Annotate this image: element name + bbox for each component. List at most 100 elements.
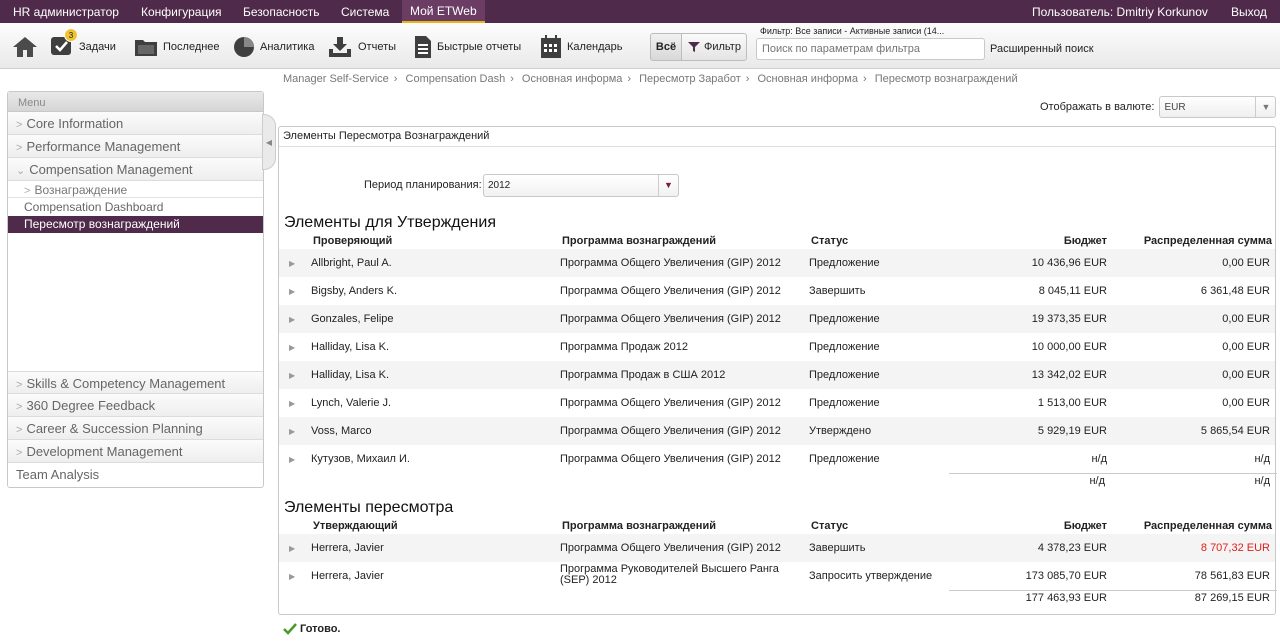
cell-person: Halliday, Lisa K. — [311, 341, 390, 353]
menu-item-team-analysis[interactable]: Team Analysis — [8, 463, 263, 486]
cell-program: Программа Общего Увеличения (GIP) 2012 — [560, 542, 781, 554]
menu-item-compensation-review[interactable]: Пересмотр вознаграждений — [8, 216, 263, 233]
cell-status: Предложение — [809, 257, 880, 269]
review-panel: Элементы Пересмотра Вознаграждений Перио… — [278, 126, 1277, 615]
recent-button[interactable]: Последнее — [134, 35, 220, 59]
expand-triangle-icon[interactable]: ▶ — [289, 572, 295, 581]
breadcrumb-item[interactable]: Основная информа — [758, 73, 858, 85]
collapse-menu-button[interactable]: ◀ — [262, 114, 276, 170]
menu-item-label: Skills & Competency Management — [26, 376, 226, 391]
top-nav: HR администратор Конфигурация Безопаснос… — [0, 0, 1280, 23]
nav-hr-admin[interactable]: HR администратор — [13, 5, 119, 19]
menu-spacer — [8, 233, 263, 371]
reports-button[interactable]: Отчеты — [327, 35, 396, 59]
breadcrumb-item[interactable]: Compensation Dash — [406, 73, 506, 85]
review-section-title: Элементы пересмотра — [284, 499, 454, 516]
analytics-button[interactable]: Аналитика — [233, 35, 314, 59]
col-allocated: Распределенная сумма — [1143, 235, 1272, 247]
cell-budget: 10 000,00 EUR — [1031, 341, 1107, 353]
cell-person: Gonzales, Felipe — [311, 313, 394, 325]
menu-item-label: Career & Succession Planning — [26, 421, 203, 436]
quick-reports-button[interactable]: Быстрые отчеты — [414, 35, 521, 59]
menu-item-career-succession[interactable]: > Career & Succession Planning — [8, 417, 263, 440]
approval-total-budget: н/д — [1089, 475, 1105, 487]
period-select[interactable]: 2012 ▼ — [483, 174, 679, 197]
calendar-button[interactable]: Календарь — [540, 35, 623, 59]
menu-item-development-management[interactable]: > Development Management — [8, 440, 263, 463]
col-budget: Бюджет — [1063, 520, 1107, 532]
cell-allocated: 0,00 EUR — [1222, 397, 1270, 409]
quick-reports-label: Быстрые отчеты — [437, 41, 522, 53]
calendar-icon — [541, 35, 561, 58]
table-row[interactable]: ▶ Bigsby, Anders K. Программа Общего Увели… — [279, 277, 1275, 305]
menu-item-core-information[interactable]: > Core Information — [8, 112, 263, 135]
tasks-label: Задачи — [79, 41, 116, 53]
triangle-left-icon: ◀ — [265, 138, 273, 147]
status-text: Готово. — [300, 623, 341, 635]
tasks-button[interactable]: 3 Задачи — [50, 27, 116, 59]
menu-item-label: Performance Management — [26, 139, 181, 154]
nav-configuration[interactable]: Конфигурация — [141, 5, 222, 19]
breadcrumb-item[interactable]: Manager Self-Service — [283, 73, 389, 85]
table-row[interactable]: ▶ Gonzales, Felipe Программа Общего Увелич… — [279, 305, 1275, 333]
table-row[interactable]: ▶ Allbright, Paul A. Программа Общего Увел… — [279, 249, 1275, 277]
cell-person: Voss, Marco — [311, 425, 372, 437]
menu-item-performance-management[interactable]: > Performance Management — [8, 135, 263, 158]
pie-chart-icon — [234, 37, 254, 57]
expand-triangle-icon[interactable]: ▶ — [289, 399, 295, 408]
nav-security[interactable]: Безопасность — [243, 5, 320, 19]
period-value: 2012 — [488, 180, 511, 191]
all-button[interactable]: Всё — [650, 33, 682, 61]
expand-triangle-icon[interactable]: ▶ — [289, 287, 295, 296]
filter-search-input[interactable] — [756, 38, 985, 60]
cell-status: Завершить — [809, 285, 866, 297]
nav-my-etweb[interactable]: Мой ETWeb — [402, 0, 485, 23]
review-total-budget: 177 463,93 EUR — [1025, 592, 1107, 604]
review-table-header: Утверждающий Программа вознаграждений Ст… — [279, 520, 1275, 534]
breadcrumb-item[interactable]: Пересмотр Заработ — [639, 73, 741, 85]
chevron-right-icon: > — [24, 185, 31, 197]
table-row[interactable]: ▶ Herrera, Javier Программа Руководителей … — [279, 562, 1275, 590]
menu-item-compensation-management[interactable]: ⌄ Compensation Management — [8, 158, 263, 181]
menu-item-skills-competency[interactable]: > Skills & Competency Management — [8, 371, 263, 394]
currency-select[interactable]: EUR ▼ — [1159, 96, 1277, 118]
menu-item-label: Compensation Management — [29, 162, 193, 177]
expand-triangle-icon[interactable]: ▶ — [289, 371, 295, 380]
currency-control: Отображать в валюте: EUR ▼ — [1040, 96, 1277, 118]
table-row[interactable]: ▶ Herrera, Javier Программа Общего Увеличе… — [279, 534, 1275, 562]
menu-item-360-feedback[interactable]: >360 Degree Feedback — [8, 394, 263, 417]
table-row[interactable]: ▶ Кутузов, Михаил И. Программа Общего Увел… — [279, 445, 1275, 473]
home-icon — [13, 37, 37, 57]
table-row[interactable]: ▶ Halliday, Lisa K. Программа Продаж в США… — [279, 361, 1275, 389]
download-tray-icon — [329, 37, 351, 57]
col-status: Статус — [811, 520, 849, 532]
expand-triangle-icon[interactable]: ▶ — [289, 544, 295, 553]
table-row[interactable]: ▶ Halliday, Lisa K. Программа Продаж 2012 П… — [279, 333, 1275, 361]
menu-item-label: Вознаграждение — [34, 183, 128, 197]
chevron-right-icon: > — [16, 379, 23, 391]
toolbar: 3 Задачи Последнее Аналитика Отчеты Быст… — [0, 23, 1280, 69]
expand-triangle-icon[interactable]: ▶ — [289, 315, 295, 324]
menu-item-label: 360 Degree Feedback — [26, 398, 156, 413]
cell-program: Программа Общего Увеличения (GIP) 2012 — [560, 397, 781, 409]
table-row[interactable]: ▶ Voss, Marco Программа Общего Увеличения … — [279, 417, 1275, 445]
home-button[interactable] — [11, 35, 44, 59]
col-allocated: Распределенная сумма — [1143, 520, 1272, 532]
checkmark-icon — [283, 623, 297, 635]
cell-program: Программа Общего Увеличения (GIP) 2012 — [560, 257, 781, 269]
col-reviewer: Проверяющий — [313, 235, 393, 247]
expand-triangle-icon[interactable]: ▶ — [289, 455, 295, 464]
menu-item-compensation-dashboard[interactable]: Compensation Dashboard — [8, 198, 263, 216]
expand-triangle-icon[interactable]: ▶ — [289, 343, 295, 352]
table-row[interactable]: ▶ Lynch, Valerie J. Программа Общего Увели… — [279, 389, 1275, 417]
expand-triangle-icon[interactable]: ▶ — [289, 427, 295, 436]
dropdown-arrow-icon: ▼ — [1255, 97, 1275, 117]
filter-button[interactable]: Фильтр — [681, 33, 747, 61]
menu-subitem-remuneration[interactable]: > Вознаграждение — [8, 181, 263, 198]
nav-system[interactable]: Система — [341, 5, 389, 19]
expand-triangle-icon[interactable]: ▶ — [289, 259, 295, 268]
advanced-search-link[interactable]: Расширенный поиск — [990, 43, 1094, 55]
breadcrumb-item[interactable]: Основная информа — [522, 73, 622, 85]
logout-link[interactable]: Выход — [1231, 5, 1267, 19]
chevron-right-icon: > — [16, 119, 23, 131]
